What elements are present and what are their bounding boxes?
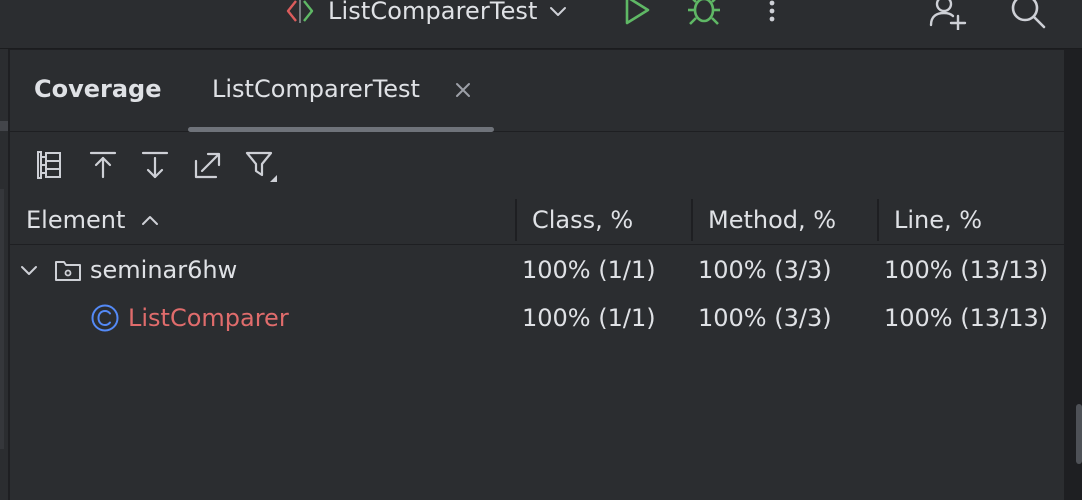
export-icon[interactable] (140, 149, 170, 181)
chevron-down-icon[interactable] (20, 264, 38, 276)
column-line-label: Line, % (894, 206, 983, 234)
package-folder-icon (55, 261, 81, 281)
tab-listcomparertest[interactable]: ListComparerTest (188, 50, 494, 132)
import-icon[interactable] (88, 149, 118, 181)
column-separator[interactable] (515, 199, 517, 241)
run-configuration-name: ListComparerTest (328, 0, 538, 25)
chevron-down-icon (549, 7, 566, 16)
coverage-toolbar (10, 132, 1064, 196)
package-name: seminar6hw (90, 256, 238, 284)
column-separator[interactable] (877, 199, 879, 241)
right-tool-strip (1064, 49, 1082, 500)
open-external-icon[interactable] (192, 149, 222, 181)
test-config-icon (286, 0, 314, 23)
more-vertical-icon[interactable] (764, 0, 780, 26)
sort-ascending-icon (142, 216, 159, 225)
column-class[interactable]: Class, % (532, 196, 633, 244)
run-configuration-selector[interactable]: ListComparerTest (284, 0, 568, 28)
method-coverage-cell: 100% (3/3) (698, 304, 832, 332)
line-coverage-cell: 100% (13/13) (884, 256, 1049, 284)
class-icon (91, 304, 119, 332)
column-line[interactable]: Line, % (894, 196, 982, 244)
coverage-tool-window: Coverage ListComparerTest Element Class,… (10, 50, 1064, 500)
column-element-label: Element (26, 206, 126, 234)
column-element[interactable]: Element (26, 196, 159, 244)
column-separator[interactable] (691, 199, 693, 241)
table-row[interactable]: seminar6hw 100% (1/1) 100% (3/3) 100% (1… (10, 246, 1064, 294)
tool-window-title: Coverage (34, 75, 162, 103)
left-tool-strip (0, 49, 8, 500)
class-coverage-cell: 100% (1/1) (522, 256, 656, 284)
column-method-label: Method, % (708, 206, 837, 234)
left-strip-marker (0, 121, 8, 131)
tree-node: seminar6hw (20, 246, 237, 294)
scrollbar-thumb[interactable] (1076, 404, 1082, 464)
main-toolbar: ListComparerTest (0, 0, 1082, 49)
tab-label: ListComparerTest (212, 75, 420, 103)
table-row[interactable]: ListComparer 100% (1/1) 100% (3/3) 100% … (10, 294, 1064, 342)
class-name: ListComparer (128, 304, 289, 332)
run-icon[interactable] (622, 0, 652, 26)
column-class-label: Class, % (532, 206, 634, 234)
filter-icon[interactable] (244, 149, 278, 183)
close-icon[interactable] (453, 80, 473, 100)
table-header: Element Class, % Method, % Line, % (10, 196, 1064, 245)
debug-icon[interactable] (686, 0, 722, 28)
column-method[interactable]: Method, % (708, 196, 836, 244)
tool-window-tabs: Coverage ListComparerTest (10, 50, 1064, 132)
tree-node: ListComparer (90, 294, 289, 342)
left-strip-scroll (0, 189, 4, 449)
search-icon[interactable] (1008, 0, 1048, 32)
flatten-packages-icon[interactable] (34, 149, 64, 181)
class-coverage-cell: 100% (1/1) (522, 304, 656, 332)
line-coverage-cell: 100% (13/13) (884, 304, 1049, 332)
add-user-icon[interactable] (928, 0, 968, 30)
method-coverage-cell: 100% (3/3) (698, 256, 832, 284)
